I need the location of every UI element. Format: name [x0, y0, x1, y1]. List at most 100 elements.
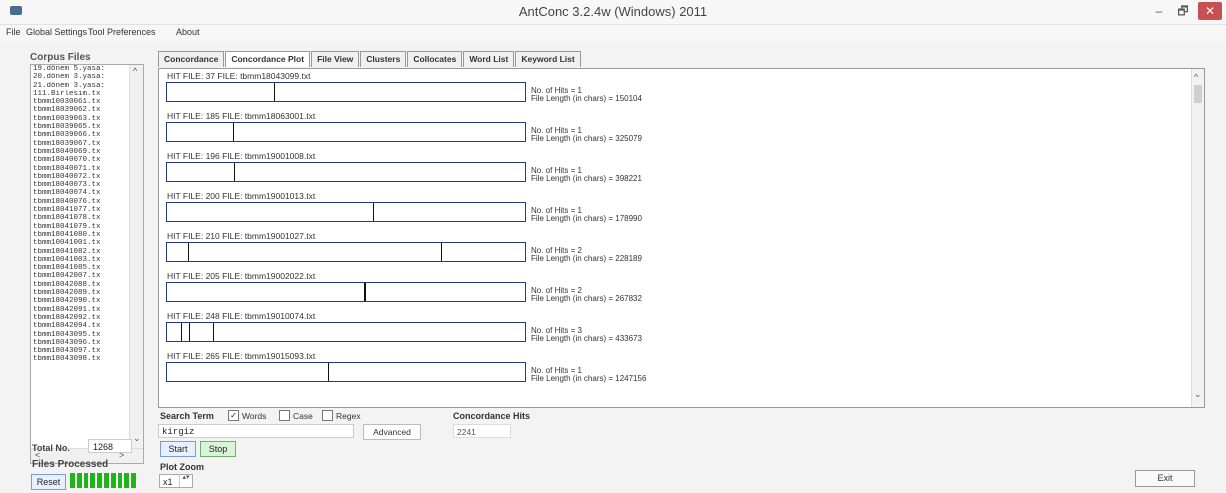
hit-marker[interactable] [365, 283, 366, 301]
menu-global-settings[interactable]: Global Settings [26, 27, 87, 37]
hit-file-header: HIT FILE: 248 FILE: tbmm19010074.txt [167, 311, 316, 321]
tab-word-list[interactable]: Word List [463, 51, 515, 67]
progress-block [124, 473, 130, 488]
hit-plot-bar[interactable] [166, 82, 526, 102]
file-list-item[interactable]: tbmm18043097.tx [31, 347, 130, 355]
hit-marker[interactable] [188, 243, 189, 261]
start-button[interactable]: Start [160, 441, 196, 457]
file-list-item[interactable]: tbmm10039063.tx [31, 115, 130, 123]
hit-plot-bar[interactable] [166, 122, 526, 142]
exit-button[interactable]: Exit [1135, 470, 1195, 487]
file-list-item[interactable]: tbmm18041079.tx [31, 223, 130, 231]
menu-tool-preferences[interactable]: Tool Preferences [88, 27, 156, 37]
hit-plot-bar[interactable] [166, 162, 526, 182]
hit-marker[interactable] [234, 163, 235, 181]
file-list-item[interactable]: 19.dönem 5.yasa: [31, 65, 130, 73]
hit-marker[interactable] [441, 243, 442, 261]
close-button[interactable]: ✕ [1198, 2, 1222, 20]
case-checkbox[interactable] [279, 410, 290, 421]
file-list-item[interactable]: tbmm18042089.tx [31, 289, 130, 297]
words-checkbox[interactable]: ✓ [228, 410, 239, 421]
plot-zoom-spinner-icon[interactable]: ▴▾ [179, 474, 192, 487]
file-list-item[interactable]: tbmm18039065.tx [31, 123, 130, 131]
search-input[interactable]: kirgiz [158, 424, 354, 438]
total-no-value: 1268 [88, 439, 132, 453]
hit-plot-bar[interactable] [166, 282, 526, 302]
file-list-item[interactable]: tbmm18041080.tx [31, 231, 130, 239]
hit-file-header: HIT FILE: 205 FILE: tbmm19002022.txt [167, 271, 316, 281]
file-list-item[interactable]: tbmm18041085.tx [31, 264, 130, 272]
regex-checkbox[interactable] [322, 410, 333, 421]
file-list-item[interactable]: tbmm18040073.tx [31, 181, 130, 189]
corpus-file-list[interactable]: 19.dönem 5.yasa: 20.dönem 3.yasa: 21.dönem… [30, 64, 144, 464]
corpus-panel: Corpus Files 19.dönem 5.yasa: 20.dönem 3.… [0, 42, 150, 493]
file-list-item[interactable]: tbmm18041082.tx [31, 248, 130, 256]
tab-concordance[interactable]: Concordance [158, 51, 225, 67]
file-list-item[interactable]: tbmm18042091.tx [31, 306, 130, 314]
file-list-item[interactable]: tbmm10041001.tx [31, 239, 130, 247]
hit-plot-bar[interactable] [166, 362, 526, 382]
hit-marker[interactable] [233, 123, 234, 141]
file-length-text: File Length (in chars) = 267832 [531, 294, 642, 303]
hit-plot-bar[interactable] [166, 242, 526, 262]
restore-button[interactable]: 🗗 [1172, 2, 1194, 20]
hit-plot-bar[interactable] [166, 202, 526, 222]
file-list-item[interactable]: tbmm18040072.tx [31, 173, 130, 181]
file-list-item[interactable]: tbmm18043095.tx [31, 331, 130, 339]
progress-block [97, 473, 102, 488]
tab-clusters[interactable]: Clusters [360, 51, 407, 67]
file-list-item[interactable]: 21.dönem 3.yasa: [31, 82, 130, 90]
tab-concordance-plot[interactable]: Concordance Plot [225, 51, 311, 67]
hit-marker[interactable] [213, 323, 214, 341]
file-list-item[interactable]: tbmm18040071.tx [31, 165, 130, 173]
progress-block [131, 473, 136, 488]
plot-scroll-down-icon[interactable]: ⌄ [1194, 389, 1202, 400]
file-list-item[interactable]: 20.dönem 3.yasa: [31, 73, 130, 81]
file-list-vertical-scrollbar[interactable]: ^ ⌄ [129, 65, 143, 449]
file-list-item[interactable]: tbmm18040070.tx [31, 156, 130, 164]
hit-file-header: HIT FILE: 185 FILE: tbmm18063001.txt [167, 111, 316, 121]
progress-block [83, 473, 89, 488]
advanced-button[interactable]: Advanced [363, 424, 421, 440]
hit-marker[interactable] [373, 203, 374, 221]
reset-button[interactable]: Reset [31, 474, 66, 490]
file-list-item[interactable]: tbmm18039062.tx [31, 106, 130, 114]
scroll-down-arrow-icon[interactable]: ⌄ [133, 433, 141, 444]
tab-keyword-list[interactable]: Keyword List [515, 51, 581, 67]
file-list-item[interactable]: tbmm18042088.tx [31, 281, 130, 289]
file-list-item[interactable]: tbmm18040076.tx [31, 198, 130, 206]
file-list-item[interactable]: tbmm10030061.tx [31, 98, 130, 106]
file-list-item[interactable]: tbmm18042092.tx [31, 314, 130, 322]
file-list-item[interactable]: tbmm18041078.tx [31, 214, 130, 222]
scroll-up-arrow-icon[interactable]: ^ [133, 66, 137, 76]
file-list-item[interactable]: tbmm18040074.tx [31, 189, 130, 197]
hit-marker[interactable] [274, 83, 275, 101]
hit-marker[interactable] [181, 323, 182, 341]
hit-plot-bar[interactable] [166, 322, 526, 342]
file-list-item[interactable]: 111.Birlesim.tx [31, 90, 130, 98]
tab-file-view[interactable]: File View [311, 51, 360, 67]
menu-about[interactable]: About [176, 27, 200, 37]
file-list-item[interactable]: tbmm18039067.tx [31, 140, 130, 148]
hit-marker[interactable] [189, 323, 190, 341]
plot-vertical-scrollbar[interactable]: ^ ⌄ [1191, 69, 1204, 407]
plot-scroll-up-icon[interactable]: ^ [1194, 72, 1198, 82]
file-list-item[interactable]: tbmm18040069.tx [31, 148, 130, 156]
file-list-item[interactable]: tbmm18039066.tx [31, 131, 130, 139]
plot-scroll-thumb[interactable] [1194, 85, 1202, 103]
stop-button[interactable]: Stop [200, 441, 236, 457]
file-list-item[interactable]: tbmm18043098.tx [31, 355, 130, 363]
minimize-button[interactable]: – [1148, 2, 1170, 20]
progress-block [117, 473, 123, 488]
file-list-item[interactable]: tbmm10041003.tx [31, 256, 130, 264]
hit-marker[interactable] [328, 363, 329, 381]
file-list-item[interactable]: tbmm18041077.tx [31, 206, 130, 214]
file-list-item[interactable]: tbmm18042007.tx [31, 272, 130, 280]
concordance-hits-count: 2241 [453, 424, 511, 438]
concordance-plot-area[interactable]: ^ ⌄ HIT FILE: 37 FILE: tbmm18043099.txt N… [158, 68, 1205, 408]
file-list-item[interactable]: tbmm18042094.tx [31, 322, 130, 330]
file-list-item[interactable]: tbmm18043096.tx [31, 339, 130, 347]
file-list-item[interactable]: tbmm18042090.tx [31, 297, 130, 305]
tab-collocates[interactable]: Collocates [407, 51, 463, 67]
menu-file[interactable]: File [6, 27, 21, 37]
